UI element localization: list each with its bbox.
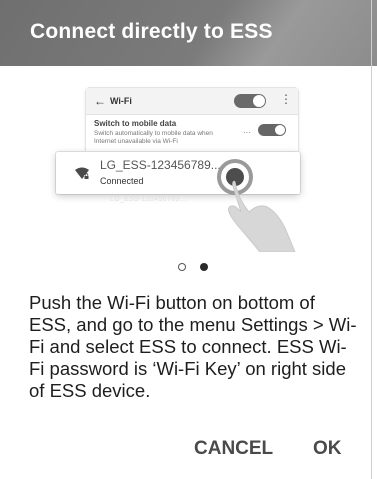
dialog: Connect directly to ESS ← Wi-Fi ⋮ Switch… xyxy=(0,0,377,479)
dialog-message: Push the Wi-Fi button on bottom of ESS, … xyxy=(29,292,357,401)
pager-dot-1[interactable] xyxy=(178,263,186,271)
more-vert-icon: ⋮ xyxy=(280,92,292,106)
mobile-data-title: Switch to mobile data xyxy=(94,119,177,128)
pager-dot-2-active[interactable] xyxy=(200,263,208,271)
back-arrow-icon: ← xyxy=(94,94,106,108)
illustration: ← Wi-Fi ⋮ Switch to mobile data Switch a… xyxy=(0,66,377,271)
network-status: Connected xyxy=(100,176,144,186)
cancel-button[interactable]: CANCEL xyxy=(194,438,273,460)
wifi-icon xyxy=(75,167,89,180)
network-name: LG_ESS-123456789... xyxy=(100,158,221,172)
ok-button[interactable]: OK xyxy=(313,438,342,460)
ellipsis-icon: ··· xyxy=(243,128,251,137)
ghost-network-name: LG_ESS-123456789... xyxy=(110,196,187,203)
mobile-data-toggle xyxy=(258,124,286,136)
dialog-title: Connect directly to ESS xyxy=(30,20,273,43)
screen-edge xyxy=(371,0,372,479)
wifi-header-label: Wi-Fi xyxy=(110,96,132,106)
mobile-data-description: Switch automatically to mobile data when… xyxy=(94,130,213,145)
wifi-toggle xyxy=(234,94,266,108)
wifi-bar: ← Wi-Fi ⋮ xyxy=(86,88,298,115)
dialog-header: Connect directly to ESS xyxy=(0,0,377,66)
pointing-hand-icon xyxy=(217,159,296,252)
pager-dots xyxy=(178,263,212,273)
